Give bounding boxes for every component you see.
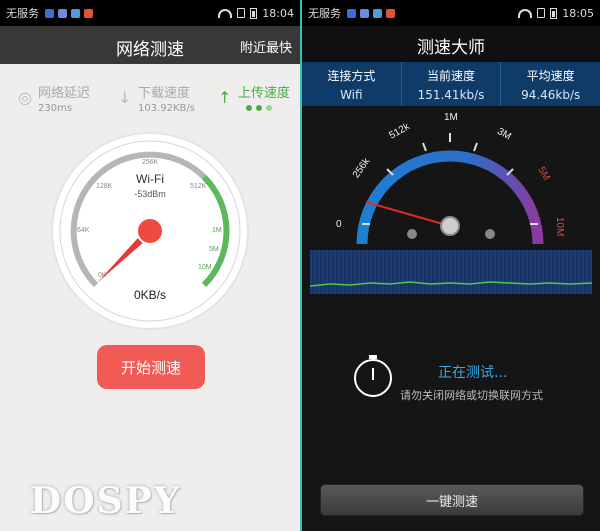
signal-strength: -53dBm — [134, 189, 166, 199]
gauge-tick: 256k — [351, 155, 373, 180]
gauge-tick: 3M — [495, 126, 513, 142]
gauge-tick: 1M — [444, 112, 458, 123]
speedometer: 0 256k 512k 1M 3M 5M 10M — [302, 106, 600, 256]
stat-label: 平均速度 — [526, 69, 575, 83]
stat-label: 连接方式 — [327, 69, 376, 83]
wifi-icon — [518, 8, 533, 18]
app-header: 网络测速 附近最快 — [0, 26, 300, 64]
gauge-tick: 5M — [209, 246, 219, 253]
testing-status: 正在测试... 请勿关闭网络或切换联网方式 — [354, 355, 594, 407]
battery-icon — [250, 7, 258, 19]
upload-arrow-icon: ↑ — [218, 88, 232, 107]
stat-latency: ◎ 网络延迟 230ms — [0, 76, 100, 132]
page-title: 测速大师 — [302, 26, 600, 62]
stopwatch-icon — [354, 355, 392, 397]
stats-bar: 连接方式 Wifi 当前速度 151.41kb/s 平均速度 94.46kb/s — [302, 62, 600, 106]
gauge-tick: 0 — [336, 219, 342, 230]
gauge-tick: 128K — [96, 183, 113, 190]
current-speed: 0KB/s — [134, 288, 166, 302]
clock: 18:04 — [262, 6, 294, 20]
stat-label: 当前速度 — [427, 69, 476, 83]
gauge-tick: 5M — [535, 165, 551, 183]
start-test-button[interactable]: 开始测速 — [97, 345, 205, 389]
sim-icon — [237, 8, 246, 18]
gauge-hub — [440, 216, 460, 236]
notification-icon — [347, 8, 356, 18]
screw-icon — [407, 229, 417, 239]
notification-icon — [360, 8, 369, 18]
stat-connection: 连接方式 Wifi — [302, 62, 402, 106]
testing-title: 正在测试... — [438, 365, 508, 381]
gauge-tick: 512K — [190, 183, 207, 190]
notification-icon — [58, 8, 67, 18]
network-name: Wi-Fi — [136, 172, 164, 186]
gauge-tick: 10M — [554, 217, 565, 236]
status-bar: 无服务 18:04 — [0, 0, 300, 26]
gauge-tick: 10M — [198, 264, 212, 271]
download-arrow-icon: ↓ — [118, 88, 132, 107]
speed-gauge: 0K 64K 128K 256K 512K 1M 5M 10M Wi-Fi -5… — [50, 131, 250, 331]
speed-wave-graph — [309, 250, 593, 294]
gauge-needle — [365, 201, 451, 227]
gauge-hub — [136, 217, 164, 245]
nearby-fastest-button[interactable]: 附近最快 — [240, 37, 292, 56]
notification-icon — [45, 8, 54, 18]
stat-value: Wifi — [340, 88, 363, 102]
screw-icon — [485, 229, 495, 239]
notification-icon — [386, 8, 395, 18]
stat-upload: ↑ 上传速度 — [200, 76, 300, 132]
notification-icon — [84, 8, 93, 18]
stat-download: ↓ 下载速度 103.92KB/s — [100, 76, 200, 132]
one-click-test-button[interactable]: 一键测速 — [320, 484, 584, 516]
stat-value: 151.41kb/s — [417, 88, 485, 102]
stat-label: 网络延迟 — [38, 86, 91, 101]
stat-current-speed: 当前速度 151.41kb/s — [402, 62, 502, 106]
stats-row: ◎ 网络延迟 230ms ↓ 下载速度 103.92KB/s ↑ 上传速度 — [0, 76, 300, 132]
right-screen: 无服务 18:05 测速大师 连接方式 Wifi 当前速度 151.41kb/s… — [300, 0, 600, 531]
stat-value: 103.92KB/s — [138, 103, 195, 114]
notification-icon — [71, 8, 80, 18]
status-bar: 无服务 18:05 — [302, 0, 600, 26]
testing-hint: 请勿关闭网络或切换联网方式 — [400, 389, 543, 402]
left-screen: 无服务 18:04 网络测速 附近最快 ◎ 网络延迟 230ms ↓ 下载速度 … — [0, 0, 300, 531]
stat-label: 上传速度 — [238, 86, 291, 101]
carrier-label: 无服务 — [6, 7, 39, 20]
loading-dots — [246, 105, 272, 111]
gauge-tick: 1M — [212, 227, 222, 234]
notification-icon — [373, 8, 382, 18]
stat-label: 下载速度 — [138, 86, 191, 101]
wifi-icon — [218, 8, 233, 18]
gauge-tick: 256K — [142, 159, 159, 166]
gauge-tick: 64K — [77, 227, 90, 234]
gauge-tick: 512k — [387, 121, 412, 142]
latency-icon: ◎ — [18, 88, 32, 107]
clock: 18:05 — [562, 6, 594, 20]
stat-value: 230ms — [38, 103, 73, 114]
stat-value: 94.46kb/s — [521, 88, 581, 102]
carrier-label: 无服务 — [308, 7, 341, 20]
stat-average-speed: 平均速度 94.46kb/s — [501, 62, 600, 106]
sim-icon — [537, 8, 546, 18]
battery-icon — [550, 7, 558, 19]
watermark-logo: DOSPY — [30, 480, 182, 522]
